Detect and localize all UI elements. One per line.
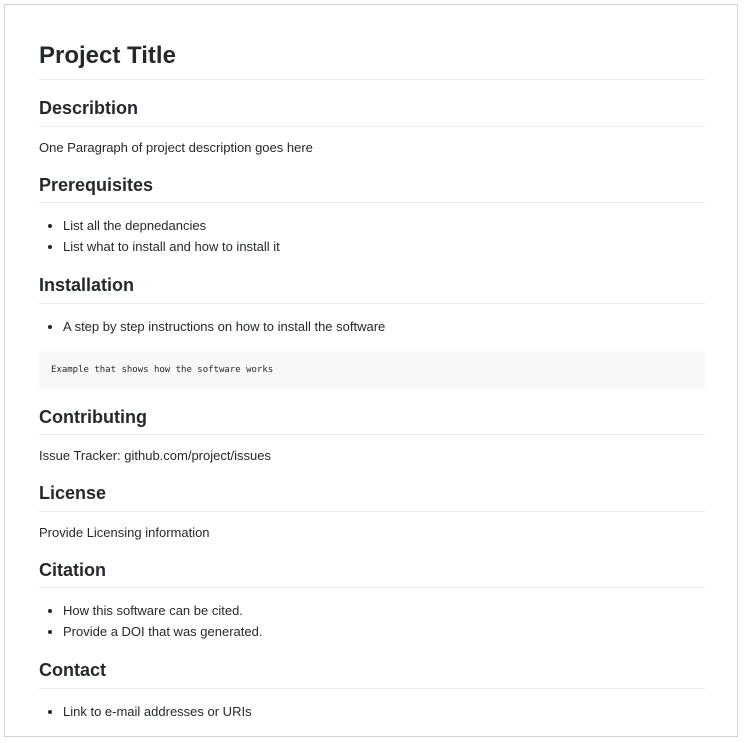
license-heading: License <box>39 482 705 512</box>
prerequisites-list: List all the depnedancies List what to i… <box>39 215 705 257</box>
contributing-text: Issue Tracker: github.com/project/issues <box>39 448 271 463</box>
readme-frame: Project Title Describtion One Paragraph … <box>4 4 738 737</box>
contact-heading: Contact <box>39 659 705 689</box>
contact-list: Link to e-mail addresses or URIs <box>39 701 705 722</box>
installation-list: A step by step instructions on how to in… <box>39 316 705 337</box>
prerequisites-heading: Prerequisites <box>39 174 705 203</box>
page-title: Project Title <box>39 41 705 80</box>
list-item: List what to install and how to install … <box>63 236 705 257</box>
description-text: One Paragraph of project description goe… <box>39 139 313 155</box>
code-block: Example that shows how the software work… <box>39 350 705 389</box>
license-text: Provide Licensing information <box>39 524 210 540</box>
description-heading: Describtion <box>39 97 705 127</box>
contributing-heading: Contributing <box>39 406 705 435</box>
readme-content: Project Title Describtion One Paragraph … <box>39 41 705 722</box>
list-item: How this software can be cited. <box>63 600 705 621</box>
citation-heading: Citation <box>39 559 705 588</box>
citation-list: How this software can be cited. Provide … <box>39 600 705 642</box>
list-item: Link to e-mail addresses or URIs <box>63 701 705 722</box>
list-item: Provide a DOI that was generated. <box>63 621 705 642</box>
list-item: A step by step instructions on how to in… <box>63 316 705 337</box>
installation-heading: Installation <box>39 274 705 304</box>
list-item: List all the depnedancies <box>63 215 705 236</box>
